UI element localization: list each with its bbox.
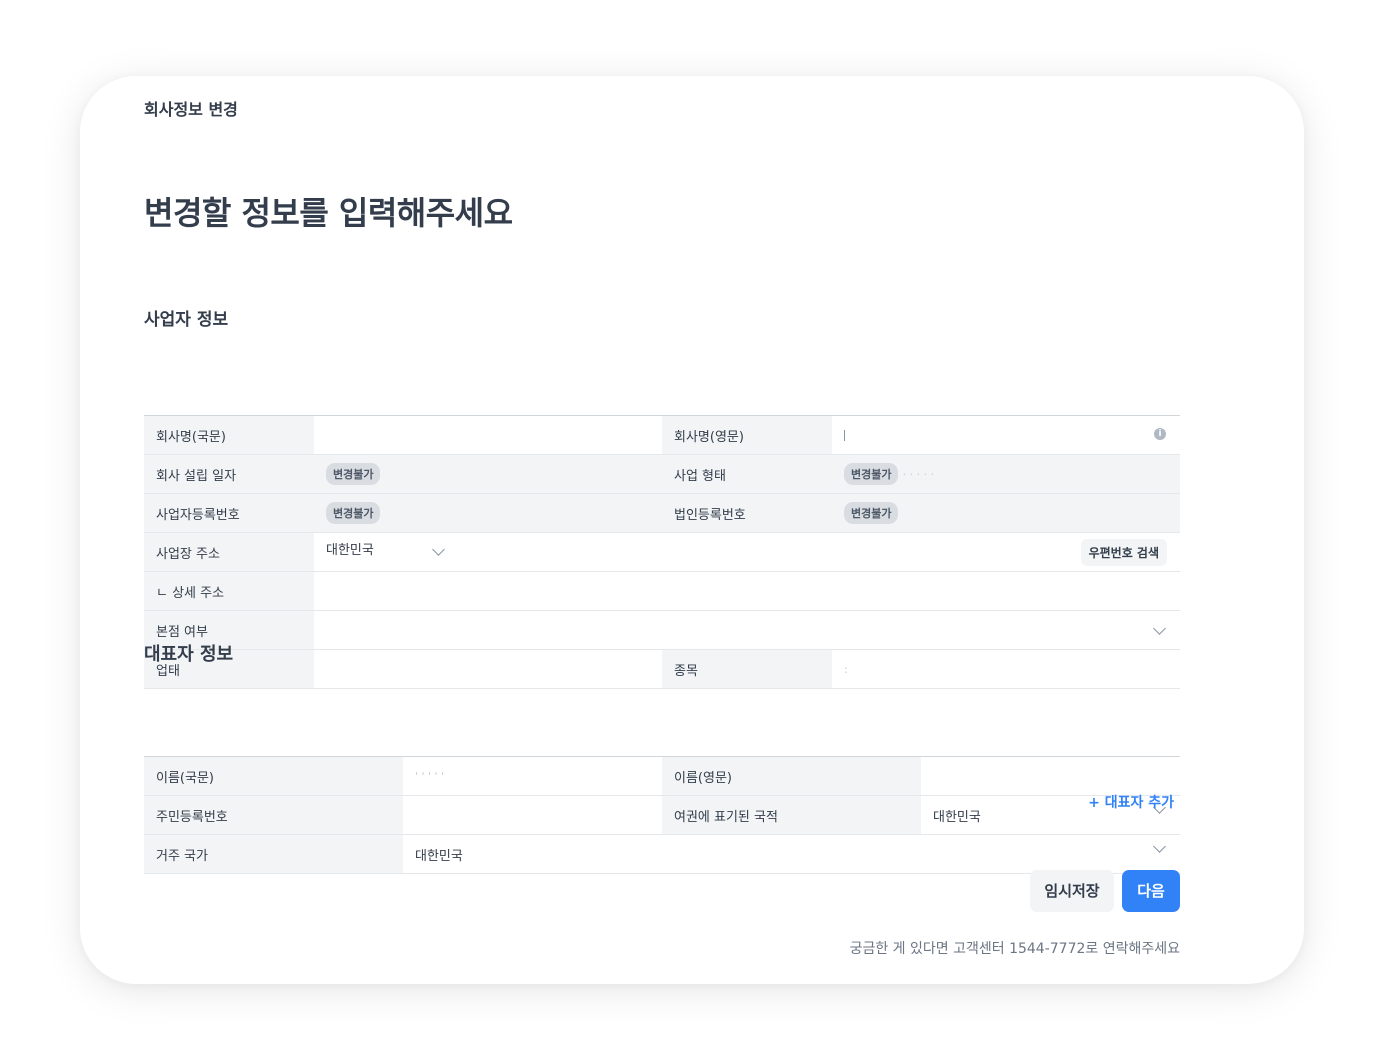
founding-date-label: 회사 설립 일자 xyxy=(144,454,314,494)
item-label: 종목 xyxy=(662,649,832,689)
temp-save-button[interactable]: 임시저장 xyxy=(1030,870,1114,912)
name-en-input[interactable] xyxy=(921,756,1180,796)
company-name-kr-input[interactable] xyxy=(314,415,662,455)
table-row: 이름(국문) ' ' ' ' ' 이름(영문) xyxy=(144,756,1180,796)
table-row: 사업장 주소 대한민국 우편번호 검색 xyxy=(144,532,1180,572)
add-representative-button[interactable]: + 대표자 추가 xyxy=(1088,792,1174,812)
residence-country-select[interactable]: 대한민국 xyxy=(403,834,1180,874)
head-office-select[interactable] xyxy=(314,610,1180,650)
info-icon[interactable]: i xyxy=(1154,427,1166,440)
business-type-text: · · · · · xyxy=(902,468,935,481)
industry-input[interactable] xyxy=(314,649,662,689)
business-type-label: 사업 형태 xyxy=(662,454,832,494)
locked-badge: 변경불가 xyxy=(844,502,899,524)
text-cursor xyxy=(844,429,845,441)
passport-country-value: 대한민국 xyxy=(933,809,981,825)
support-note: 궁금한 게 있다면 고객센터 1544-7772로 연락해주세요 xyxy=(849,941,1180,957)
next-button[interactable]: 다음 xyxy=(1122,870,1180,912)
resident-no-input[interactable] xyxy=(403,795,662,835)
table-row: 사업자등록번호 변경불가 법인등록번호 변경불가 xyxy=(144,493,1180,533)
rep-section-title: 대표자 정보 xyxy=(144,644,234,665)
locked-badge: 변경불가 xyxy=(844,463,899,485)
chevron-down-icon xyxy=(431,542,445,556)
address-label: 사업장 주소 xyxy=(144,532,314,572)
chevron-down-icon xyxy=(1153,622,1166,635)
table-row: ㄴ 상세 주소 xyxy=(144,571,1180,611)
address-field: 대한민국 우편번호 검색 xyxy=(314,532,1180,572)
representative-info-table: 이름(국문) ' ' ' ' ' 이름(영문) 주민등록번호 여권에 표기된 국… xyxy=(144,756,1180,874)
name-kr-value: ' ' ' ' ' xyxy=(415,769,445,783)
page-title: 변경할 정보를 입력해주세요 xyxy=(144,194,513,232)
table-row: 주민등록번호 여권에 표기된 국적 대한민국 xyxy=(144,795,1180,835)
zip-search-button[interactable]: 우편번호 검색 xyxy=(1080,538,1167,566)
item-value: : xyxy=(844,662,848,676)
table-row: 거주 국가 대한민국 xyxy=(144,834,1180,874)
founding-date-value: 변경불가 xyxy=(314,454,662,494)
business-section-title: 사업자 정보 xyxy=(144,310,229,330)
company-name-en-input[interactable]: i xyxy=(832,415,1180,455)
table-row: 회사명(국문) 회사명(영문) i xyxy=(144,415,1180,455)
business-info-table: 회사명(국문) 회사명(영문) i 회사 설립 일자 변경불가 사업 형태 변경… xyxy=(144,415,1180,689)
table-row: 회사 설립 일자 변경불가 사업 형태 변경불가 · · · · · xyxy=(144,454,1180,494)
corp-reg-no-value: 변경불가 xyxy=(832,493,1180,533)
business-type-value: 변경불가 · · · · · xyxy=(832,454,1180,494)
passport-country-label: 여권에 표기된 국적 xyxy=(662,795,921,835)
address-detail-label: ㄴ 상세 주소 xyxy=(144,571,314,611)
item-input[interactable]: : xyxy=(832,649,1180,689)
table-row: 본점 여부 xyxy=(144,610,1180,650)
locked-badge: 변경불가 xyxy=(326,502,381,524)
corp-reg-no-label: 법인등록번호 xyxy=(662,493,832,533)
biz-reg-no-label: 사업자등록번호 xyxy=(144,493,314,533)
resident-no-label: 주민등록번호 xyxy=(144,795,403,835)
dialog-card: 회사정보 변경 변경할 정보를 입력해주세요 사업자 정보 회사명(국문) 회사… xyxy=(80,76,1304,984)
locked-badge: 변경불가 xyxy=(326,463,381,485)
biz-reg-no-value: 변경불가 xyxy=(314,493,662,533)
company-name-en-label: 회사명(영문) xyxy=(662,415,832,455)
address-detail-input[interactable] xyxy=(314,571,1180,611)
residence-country-value: 대한민국 xyxy=(415,848,463,864)
company-name-kr-label: 회사명(국문) xyxy=(144,415,314,455)
residence-country-label: 거주 국가 xyxy=(144,834,403,874)
country-select-value: 대한민국 xyxy=(326,542,374,558)
table-row: 업태 종목 : xyxy=(144,649,1180,689)
name-en-label: 이름(영문) xyxy=(662,756,921,796)
window-title: 회사정보 변경 xyxy=(144,100,238,119)
name-kr-label: 이름(국문) xyxy=(144,756,403,796)
chevron-down-icon xyxy=(1153,839,1166,853)
country-select[interactable]: 대한민국 xyxy=(326,543,447,558)
name-kr-input[interactable]: ' ' ' ' ' xyxy=(403,756,662,796)
